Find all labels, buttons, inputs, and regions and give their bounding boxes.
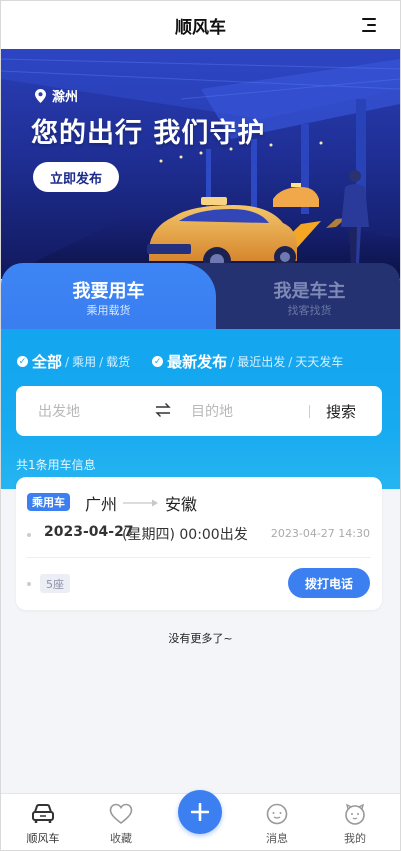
search-panel: ✓ 全部 / 乘用 / 载货 ✓ 最新发布 / 最近出发 / 天天发车 出发地 [1, 329, 400, 489]
location-pin-icon [35, 88, 46, 103]
separator: / [230, 354, 235, 369]
filter-all[interactable]: 全部 [32, 351, 62, 372]
result-count: 共1条用车信息 [16, 458, 96, 472]
nav-item-rideshare[interactable]: 顺风车 [13, 794, 73, 850]
sort-filter: ✓ 最新发布 / 最近出发 / 天天发车 [152, 351, 343, 372]
divider [27, 557, 371, 558]
call-button[interactable]: 拨打电话 [288, 568, 370, 598]
tab-driver-subtitle: 找客找货 [287, 304, 332, 317]
sort-daily[interactable]: 天天发车 [295, 353, 343, 370]
nav-label: 消息 [266, 832, 288, 845]
route-from: 广州 [85, 495, 118, 514]
car-icon [32, 804, 54, 823]
route-to: 安徽 [165, 495, 198, 514]
bullet [27, 582, 31, 586]
departure-weekday-time: (星期四) 00:00出发 [122, 527, 248, 543]
check-icon: ✓ [152, 356, 164, 367]
filter-passenger[interactable]: 乘用 [72, 353, 96, 370]
search-box: 出发地 目的地 搜索 [16, 386, 382, 436]
route: 广州 安徽 [85, 491, 197, 515]
publish-plus-button[interactable] [178, 790, 222, 834]
hero-banner: 滁州 您的出行 我们守护 立即发布 [1, 49, 400, 279]
city-name: 滁州 [52, 90, 79, 105]
filter-cargo[interactable]: 载货 [106, 353, 130, 370]
no-more-text: 没有更多了~ [168, 632, 233, 645]
plus-icon [191, 803, 209, 821]
banner-slogan: 您的出行 我们守护 [31, 118, 266, 149]
to-input[interactable]: 目的地 [191, 401, 233, 421]
vehicle-type-badge: 乘用车 [27, 493, 70, 511]
from-input[interactable]: 出发地 [38, 401, 80, 421]
separator: / [99, 354, 104, 369]
nav-item-messages[interactable]: 消息 [247, 794, 307, 850]
publish-button[interactable]: 立即发布 [33, 162, 119, 192]
divider [309, 405, 310, 418]
separator: / [65, 354, 70, 369]
swap-icon[interactable] [155, 402, 171, 418]
departure-date: 2023-04-27 [44, 524, 134, 540]
separator: / [288, 354, 293, 369]
tab-passenger-subtitle: 乘用载货 [86, 304, 131, 317]
page-title: 顺风车 [175, 17, 226, 38]
bottom-nav: 顺风车 收藏 消息 我的 [1, 790, 400, 850]
nav-item-profile[interactable]: 我的 [325, 794, 385, 850]
role-tabs: 我是车主 找客找货 我要用车 乘用载货 [1, 263, 400, 329]
search-button[interactable]: 搜索 [326, 401, 356, 422]
nav-item-favorites[interactable]: 收藏 [91, 794, 151, 850]
profile-icon [345, 803, 365, 825]
heart-icon [109, 803, 133, 825]
nav-label: 收藏 [110, 832, 132, 845]
seats-tag: 5座 [40, 574, 70, 593]
nav-label: 顺风车 [26, 832, 60, 845]
tab-passenger[interactable]: 我要用车 乘用载货 [1, 263, 216, 329]
bullet [27, 533, 31, 537]
menu-icon[interactable] [362, 17, 376, 33]
sort-latest[interactable]: 最新发布 [167, 351, 227, 372]
nav-label: 我的 [344, 832, 366, 845]
arrow-right-icon [123, 499, 159, 507]
sort-departure[interactable]: 最近出发 [237, 353, 285, 370]
message-icon [266, 803, 288, 825]
header: 顺风车 [1, 1, 400, 49]
posted-time: 2023-04-27 14:30 [270, 527, 370, 540]
app-frame: 顺风车 滁州 您的出行 我们守护 立即发布 我是车主 找客找货 我要用车 乘用载… [0, 0, 401, 851]
tab-passenger-title: 我要用车 [72, 281, 145, 302]
listing-card[interactable]: 乘用车 广州 安徽 2023-04-27 (星期四) 00:00出发 2023-… [16, 477, 382, 610]
check-icon: ✓ [17, 356, 28, 367]
type-filter: ✓ 全部 / 乘用 / 载货 [17, 351, 130, 372]
location-label[interactable]: 滁州 [35, 86, 78, 105]
tab-driver-title: 我是车主 [273, 281, 346, 302]
filter-bar: ✓ 全部 / 乘用 / 载货 ✓ 最新发布 / 最近出发 / 天天发车 [17, 351, 384, 372]
